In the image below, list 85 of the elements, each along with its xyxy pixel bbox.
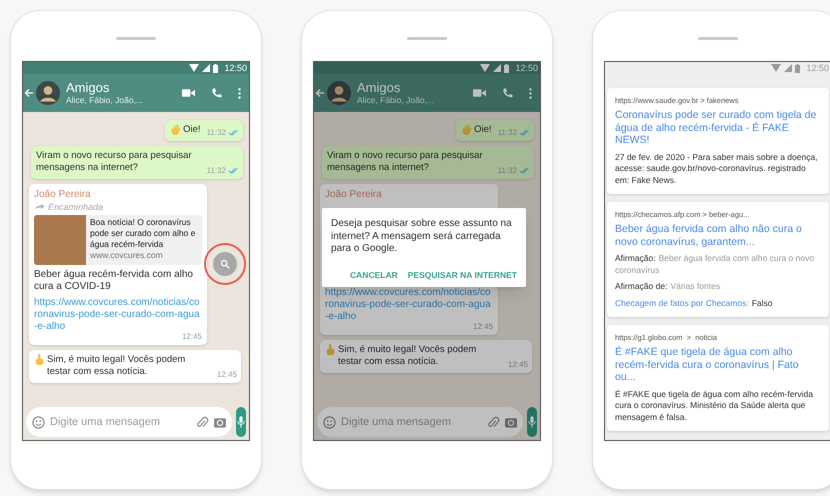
phone-speaker xyxy=(698,37,738,40)
microphone-button[interactable] xyxy=(527,407,537,437)
phone-speaker xyxy=(407,37,447,40)
result-title[interactable]: Beber água fervida com alho não cura o novo coronavírus, garantem... xyxy=(615,223,821,248)
signal-icon xyxy=(493,64,502,72)
sender-name: João Pereira xyxy=(325,188,383,200)
message-link[interactable]: https://www.covcures.com/noticias/coronavirus-pode-ser-curado-com-agua-e-alho xyxy=(325,286,493,322)
result-snippet: É #FAKE que tigela de água com alho recém-fervida cura o coronavírus. Ministério da Saúde alerta que mensagem é falsa. xyxy=(615,388,814,423)
status-time: 12:50 xyxy=(806,64,829,72)
camera-icon[interactable] xyxy=(214,416,226,428)
message-time: 11:32 xyxy=(206,128,226,136)
status-time: 12:50 xyxy=(224,64,247,72)
message-time: 12:45 xyxy=(472,322,493,330)
pointing-hand-icon xyxy=(34,354,45,364)
microphone-icon xyxy=(237,416,245,428)
battery-icon xyxy=(504,64,510,72)
message-time: 12:45 xyxy=(508,360,528,368)
message-field[interactable]: Digite uma mensagem xyxy=(26,407,232,437)
microphone-icon xyxy=(528,416,536,428)
signal-icon xyxy=(202,64,210,72)
preview-title: Boa notícia! O coronavírus pode ser curado com alho e água recém-fervida xyxy=(90,216,196,250)
fact-statement: Afirmação de: Várias fontes xyxy=(615,281,722,292)
photo-placeholder xyxy=(34,214,86,264)
fact-check-source[interactable]: Checagem de fatos por Checamos: xyxy=(615,298,749,308)
message-text: Sim, é muito legal! Vocês podem testar com essa notícia. xyxy=(47,354,186,378)
chat-members: Alice, Fábio, João,... xyxy=(357,95,436,106)
more-options-icon[interactable] xyxy=(529,88,532,98)
message-time: 12:45 xyxy=(182,332,202,340)
fact-check-verdict: Falso xyxy=(752,298,773,308)
waving-hand-icon xyxy=(461,124,472,135)
pointing-hand-icon xyxy=(325,344,336,354)
message-time: 11:32 xyxy=(498,128,517,136)
phone-call-icon[interactable] xyxy=(211,88,222,98)
battery-icon xyxy=(795,64,800,72)
message-text: Oie! xyxy=(474,124,492,136)
result-title[interactable]: Coronavírus pode ser curado com tigela de água de alho recém-fervida - É FAKE NEWS! xyxy=(615,109,821,146)
message-time: 12:45 xyxy=(216,370,237,378)
phone-speaker xyxy=(116,37,156,40)
message-input[interactable]: Digite uma mensagem xyxy=(341,414,483,430)
message-text: Viram o novo recurso para pesquisar mensagens na internet? xyxy=(36,150,193,174)
video-call-icon[interactable] xyxy=(182,88,195,98)
chat-title[interactable]: Amigos xyxy=(66,80,182,95)
wifi-icon xyxy=(771,64,782,72)
paperclip-icon[interactable] xyxy=(197,416,209,428)
status-time: 12:50 xyxy=(515,64,538,72)
video-call-icon[interactable] xyxy=(473,88,486,98)
chat-title[interactable]: Amigos xyxy=(357,80,473,95)
emoji-icon[interactable] xyxy=(32,416,45,428)
wifi-icon xyxy=(480,64,490,72)
message-link[interactable]: https://www.covcures.com/noticias/coronavirus-pode-ser-curado-com-agua-e-alho xyxy=(34,296,202,332)
message-time: 11:32 xyxy=(498,166,517,174)
dialog-button[interactable]: PESQUISAR NA INTERNET xyxy=(408,268,517,282)
result-snippet: 27 de fev. de 2020 - Para saber mais sobre a doença, acesse: saude.gov.br/novo-coronavírus. registrado em: Fake News. xyxy=(615,152,819,186)
message-input[interactable]: Digite uma mensagem xyxy=(50,414,192,430)
message-time: 11:32 xyxy=(206,166,226,174)
message-text: Sim, é muito legal! Vocês podem testar com essa notícia. xyxy=(338,344,478,368)
microphone-button[interactable] xyxy=(236,407,246,437)
group-avatar[interactable] xyxy=(36,81,60,105)
back-arrow-icon[interactable] xyxy=(24,88,34,98)
message-field[interactable]: Digite uma mensagem xyxy=(317,407,523,437)
camera-icon[interactable] xyxy=(505,416,517,428)
message-text: Oie! xyxy=(183,124,201,136)
message-text: Beber água recém-fervida com alho cura a COVID-19 xyxy=(34,268,194,292)
phone-call-icon[interactable] xyxy=(502,88,513,98)
wifi-icon xyxy=(189,64,200,72)
group-avatar[interactable] xyxy=(327,81,351,105)
message-text: Viram o novo recurso para pesquisar mensagens na internet? xyxy=(327,150,484,174)
emoji-icon[interactable] xyxy=(323,416,336,428)
result-title[interactable]: É #FAKE que tigela de água com alho recém-fervida cura o coronavírus | Fato ou... xyxy=(615,346,821,384)
dialog-button[interactable]: CANCELAR xyxy=(350,268,398,282)
battery-icon xyxy=(213,64,218,72)
signal-icon xyxy=(784,64,792,72)
forwarded-label: Encaminhada xyxy=(48,200,104,212)
search-icon xyxy=(220,259,230,269)
paperclip-icon[interactable] xyxy=(488,416,500,428)
forward-arrow-icon xyxy=(34,203,45,210)
dialog-message: Deseja pesquisar sobre esse assunto na internet? A mensagem será carregada para o Google. xyxy=(331,218,513,256)
preview-domain: www.covcures.com xyxy=(90,250,164,260)
sender-name: João Pereira xyxy=(34,188,92,200)
fact-statement: Afirmação: Beber água fervida com alho cura o novo coronavírus xyxy=(615,253,816,276)
back-arrow-icon[interactable] xyxy=(315,88,325,98)
chat-members: Alice, Fábio, João,... xyxy=(66,95,144,106)
search-button[interactable] xyxy=(213,252,237,276)
waving-hand-icon xyxy=(170,124,182,135)
more-options-icon[interactable] xyxy=(238,88,241,98)
